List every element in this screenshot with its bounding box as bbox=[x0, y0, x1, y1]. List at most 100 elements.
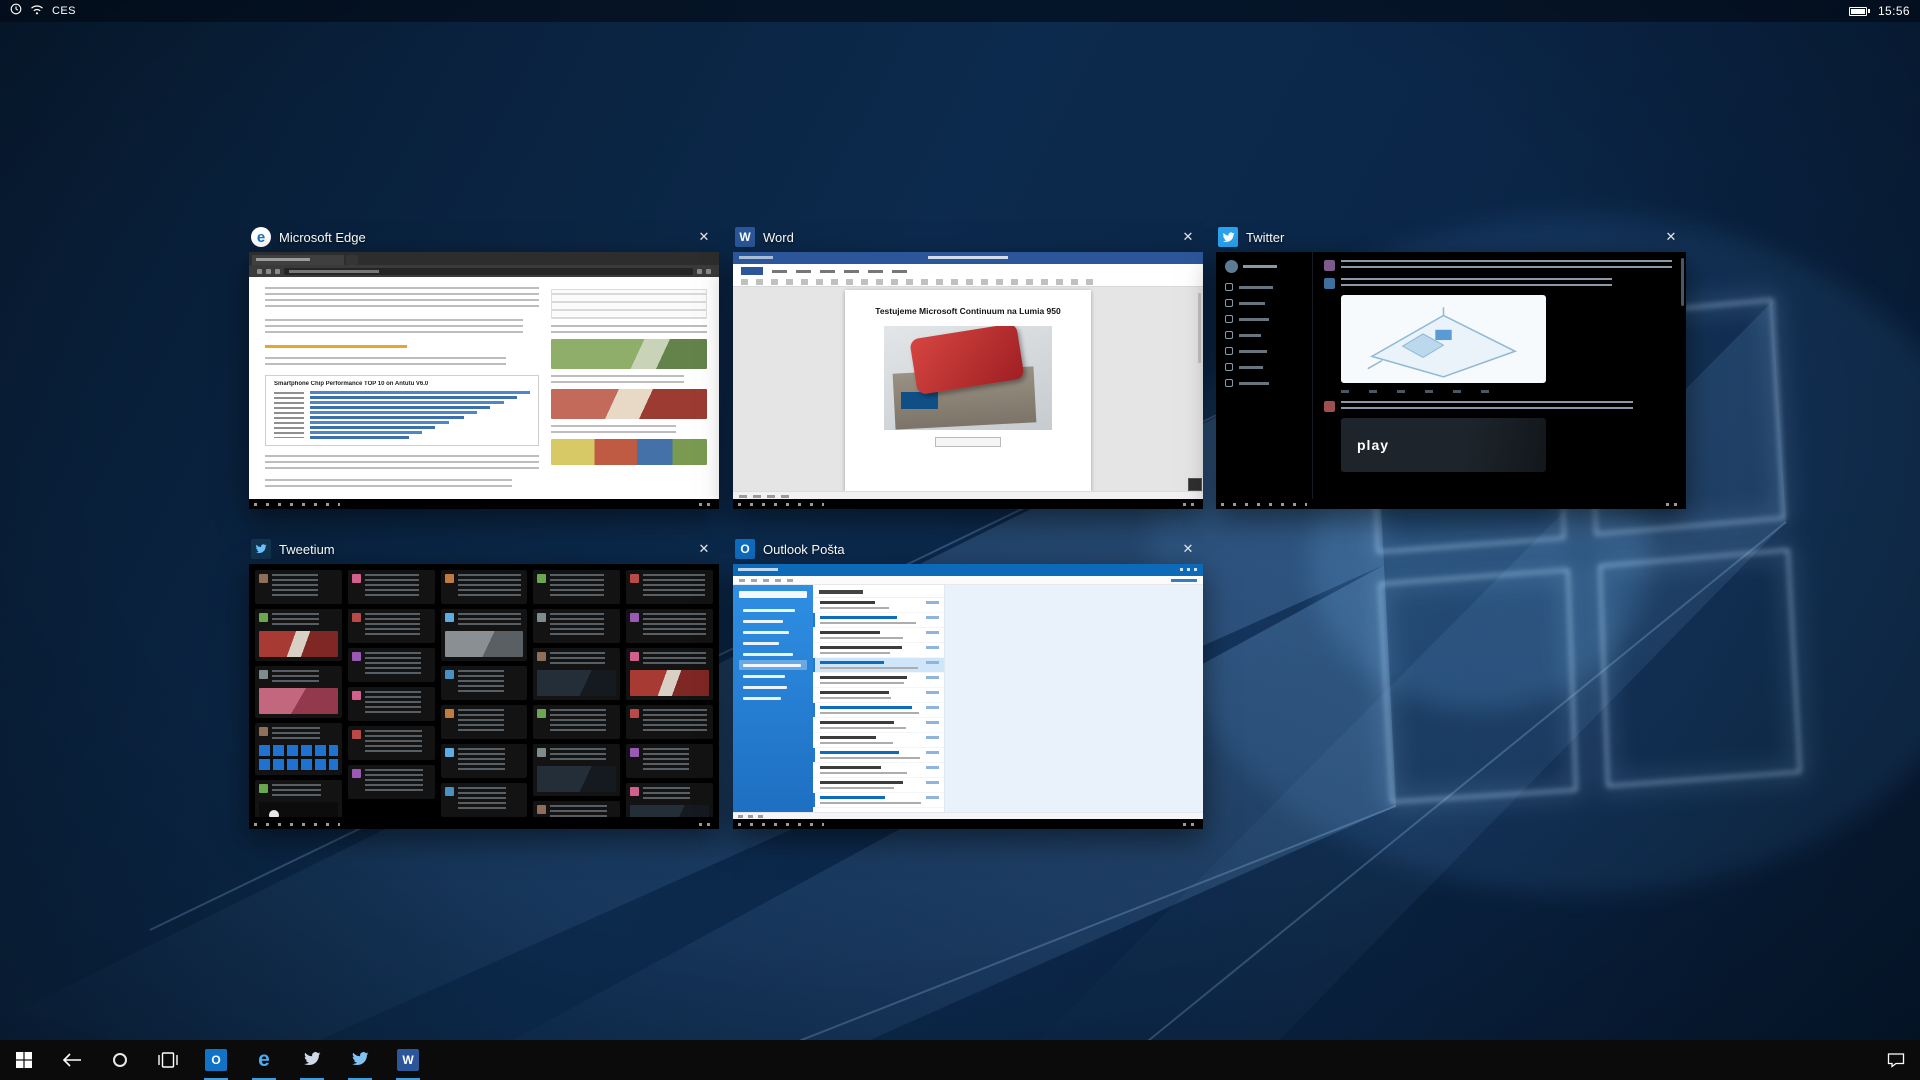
message-row bbox=[813, 763, 944, 778]
tweetium-taskbar-icon bbox=[303, 1050, 321, 1071]
edge-address-bar bbox=[249, 265, 719, 277]
twitter-feed: play bbox=[1314, 252, 1678, 499]
card-title: Microsoft Edge bbox=[279, 230, 366, 245]
message-row bbox=[813, 718, 944, 733]
outlook-thumbnail[interactable] bbox=[733, 564, 1203, 829]
tweet-card bbox=[626, 570, 713, 604]
outlook-folder-pane bbox=[733, 585, 813, 812]
outlook-title-bar bbox=[733, 564, 1203, 576]
twitter-image-play: play bbox=[1341, 418, 1546, 472]
word-app-icon: W bbox=[735, 227, 755, 247]
edge-chart-bars bbox=[274, 391, 530, 439]
tweet-card bbox=[626, 648, 713, 700]
taskbar-app-outlook[interactable]: O bbox=[192, 1040, 240, 1080]
tweetium-thumbnail[interactable] bbox=[249, 564, 719, 829]
play-label: play bbox=[1357, 437, 1389, 453]
task-card-tweetium[interactable]: Tweetium ✕ bbox=[249, 534, 719, 829]
task-card-outlook[interactable]: O Outlook Pošta ✕ bbox=[733, 534, 1203, 829]
tweet-card bbox=[255, 666, 342, 718]
card-header: Twitter ✕ bbox=[1216, 222, 1686, 252]
outlook-app-icon: O bbox=[735, 539, 755, 559]
folder-row bbox=[739, 671, 807, 681]
task-view: e Microsoft Edge ✕ bbox=[0, 0, 1920, 1080]
avatar bbox=[1225, 260, 1238, 273]
folder-row bbox=[739, 649, 807, 659]
close-tweetium-button[interactable]: ✕ bbox=[689, 534, 719, 564]
card-header: Tweetium ✕ bbox=[249, 534, 719, 564]
twitter-nav-item bbox=[1225, 363, 1303, 371]
edge-article-chart: Smartphone Chip Performance TOP 10 on An… bbox=[265, 375, 539, 446]
tweet-card bbox=[626, 705, 713, 739]
message-row bbox=[813, 658, 944, 673]
tweet-card bbox=[255, 609, 342, 661]
start-button[interactable] bbox=[0, 1040, 48, 1080]
edge-app-icon: e bbox=[251, 227, 271, 247]
message-row bbox=[813, 673, 944, 688]
tweet-card bbox=[441, 570, 528, 604]
outlook-toolbar bbox=[733, 576, 1203, 585]
action-center-button[interactable] bbox=[1872, 1040, 1920, 1080]
network-name: CES bbox=[52, 5, 76, 17]
tweet-card bbox=[255, 723, 342, 775]
edge-thumbnail[interactable]: Smartphone Chip Performance TOP 10 on An… bbox=[249, 252, 719, 509]
message-row bbox=[813, 613, 944, 628]
taskbar-app-tweetium[interactable] bbox=[288, 1040, 336, 1080]
task-card-word[interactable]: W Word ✕ Testujeme Microsoft Continuum bbox=[733, 222, 1203, 509]
tweet-card bbox=[255, 780, 342, 817]
folder-row bbox=[739, 616, 807, 626]
twitter-nav-item bbox=[1225, 283, 1303, 291]
tweet-card bbox=[348, 765, 435, 799]
chart-bar bbox=[310, 426, 435, 429]
twitter-nav-item bbox=[1225, 315, 1303, 323]
close-word-button[interactable]: ✕ bbox=[1173, 222, 1203, 252]
message-row bbox=[813, 748, 944, 763]
close-twitter-button[interactable]: ✕ bbox=[1656, 222, 1686, 252]
chart-bar bbox=[310, 411, 477, 414]
card-title: Word bbox=[763, 230, 794, 245]
thumbnail-nav-strip bbox=[733, 499, 1203, 509]
task-card-twitter[interactable]: Twitter ✕ bbox=[1216, 222, 1686, 509]
outlook-message-list bbox=[813, 585, 945, 812]
clock: 15:56 bbox=[1878, 4, 1910, 18]
taskbar-app-edge[interactable]: e bbox=[240, 1040, 288, 1080]
message-row bbox=[813, 703, 944, 718]
tweet-card bbox=[441, 666, 528, 700]
tweet-card bbox=[533, 609, 620, 643]
back-button[interactable] bbox=[48, 1040, 96, 1080]
tweet-card bbox=[626, 783, 713, 817]
search-button[interactable] bbox=[96, 1040, 144, 1080]
card-title: Twitter bbox=[1246, 230, 1284, 245]
taskbar-app-twitter[interactable] bbox=[336, 1040, 384, 1080]
twitter-nav-item bbox=[1225, 331, 1303, 339]
word-scrollbar bbox=[1198, 293, 1201, 363]
close-outlook-button[interactable]: ✕ bbox=[1173, 534, 1203, 564]
task-view-button[interactable] bbox=[144, 1040, 192, 1080]
folder-row bbox=[739, 660, 807, 670]
chart-bar bbox=[310, 421, 449, 424]
wifi-icon bbox=[30, 2, 44, 20]
thumbnail-nav-strip bbox=[249, 819, 719, 829]
tweet bbox=[1324, 278, 1672, 289]
word-file-tab bbox=[741, 267, 763, 275]
edge-taskbar-icon: e bbox=[253, 1049, 275, 1071]
twitter-nav-item bbox=[1225, 299, 1303, 307]
folder-row bbox=[739, 682, 807, 692]
word-thumbnail[interactable]: Testujeme Microsoft Continuum na Lumia 9… bbox=[733, 252, 1203, 509]
twitter-nav-item bbox=[1225, 347, 1303, 355]
chart-bar bbox=[310, 391, 530, 394]
word-photo-lumia bbox=[884, 326, 1052, 430]
message-row bbox=[813, 778, 944, 793]
tweet-card bbox=[348, 726, 435, 760]
close-edge-button[interactable]: ✕ bbox=[689, 222, 719, 252]
chart-bar bbox=[310, 436, 409, 439]
message-row bbox=[813, 598, 944, 613]
card-header: W Word ✕ bbox=[733, 222, 1203, 252]
taskbar-app-word[interactable]: W bbox=[384, 1040, 432, 1080]
tweet-card bbox=[533, 570, 620, 604]
tweet-card bbox=[255, 570, 342, 604]
twitter-thumbnail[interactable]: play bbox=[1216, 252, 1686, 509]
task-card-edge[interactable]: e Microsoft Edge ✕ bbox=[249, 222, 719, 509]
word-heading: Testujeme Microsoft Continuum na Lumia 9… bbox=[863, 306, 1073, 317]
edge-sidebar-image bbox=[551, 439, 707, 465]
outlook-search-box bbox=[739, 591, 807, 598]
